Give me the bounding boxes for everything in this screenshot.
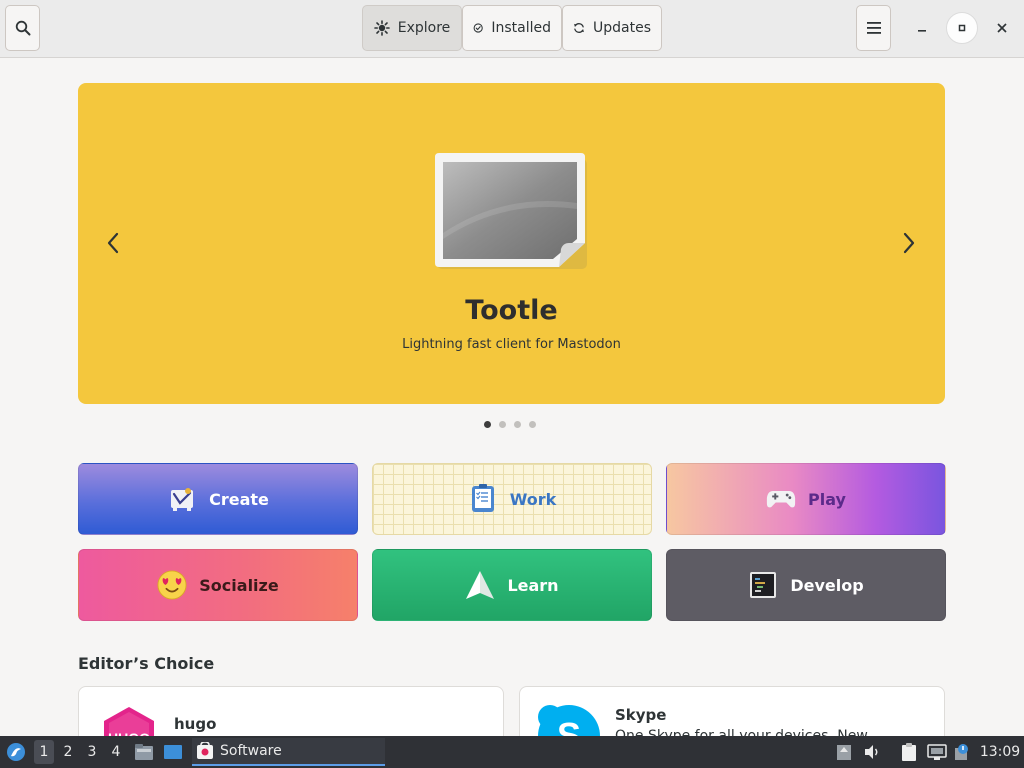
workspace-4[interactable]: 4	[106, 740, 126, 764]
tray-notifications[interactable]	[952, 740, 972, 764]
carousel-previous-button[interactable]	[99, 228, 129, 258]
workspace-label: 4	[111, 744, 121, 760]
app-launcher-icon	[7, 743, 25, 761]
work-icon	[468, 484, 498, 514]
tray-volume[interactable]	[862, 740, 882, 764]
category-play-label: Play	[808, 489, 846, 509]
taskbar-window-software[interactable]: Software	[192, 738, 385, 766]
category-develop-label: Develop	[790, 575, 864, 595]
software-app-icon	[197, 742, 213, 759]
volume-icon	[865, 745, 878, 759]
workspace-label: 3	[87, 744, 97, 760]
file-manager-launcher[interactable]	[133, 740, 155, 764]
featured-carousel[interactable]: Tootle Lightning fast client for Mastodo…	[78, 83, 945, 404]
category-create-label: Create	[209, 489, 269, 509]
close-button[interactable]	[986, 12, 1018, 44]
start-menu-button[interactable]	[4, 740, 28, 764]
carousel-dot[interactable]	[529, 421, 536, 428]
tab-updates-label: Updates	[593, 20, 651, 36]
hamburger-menu-icon	[866, 22, 881, 34]
check-icon	[473, 23, 483, 33]
clock[interactable]: 13:09	[980, 740, 1020, 764]
info-shield-icon	[955, 744, 968, 760]
folder-icon	[135, 744, 153, 760]
app-card-name: hugo	[174, 715, 217, 733]
tootle-app-icon	[435, 153, 587, 269]
tab-updates[interactable]: Updates	[562, 5, 662, 51]
main-menu-button[interactable]	[856, 5, 891, 51]
network-icon	[927, 744, 947, 760]
show-desktop-button[interactable]	[162, 740, 184, 764]
workspace-label: 1	[39, 744, 49, 760]
chevron-right-icon	[903, 232, 915, 254]
featured-app-name: Tootle	[465, 295, 558, 326]
tab-explore[interactable]: Explore	[362, 5, 462, 51]
maximize-button[interactable]	[946, 12, 978, 44]
category-create[interactable]: Create	[78, 463, 358, 535]
workspace-2[interactable]: 2	[58, 740, 78, 764]
tab-installed[interactable]: Installed	[462, 5, 562, 51]
create-icon	[167, 484, 197, 514]
desktop-icon	[164, 745, 182, 759]
workspace-label: 2	[63, 744, 73, 760]
search-icon	[15, 20, 30, 36]
maximize-icon	[958, 24, 966, 32]
featured-app-summary: Lightning fast client for Mastodon	[402, 337, 621, 352]
search-button[interactable]	[5, 5, 40, 51]
tray-updates[interactable]	[834, 740, 854, 764]
paper-plane-icon	[465, 570, 495, 600]
tray-network[interactable]	[926, 740, 948, 764]
category-work-label: Work	[509, 489, 557, 509]
editors-choice-title: Editor’s Choice	[78, 654, 215, 673]
close-icon	[997, 23, 1007, 33]
explore-icon	[373, 20, 390, 36]
gamepad-icon	[766, 484, 796, 514]
minimize-button[interactable]	[906, 12, 938, 44]
category-develop[interactable]: Develop	[666, 549, 946, 621]
carousel-dot[interactable]	[514, 421, 521, 428]
package-icon	[837, 745, 851, 760]
category-play[interactable]: Play	[666, 463, 946, 535]
carousel-next-button[interactable]	[893, 228, 923, 258]
taskbar: 1 2 3 4 Software 13:09	[0, 736, 1024, 768]
tab-installed-label: Installed	[491, 20, 551, 36]
refresh-icon	[574, 23, 584, 33]
terminal-icon	[748, 570, 778, 600]
category-socialize-label: Socialize	[199, 575, 279, 595]
tray-clipboard[interactable]	[898, 740, 920, 764]
tab-explore-label: Explore	[397, 20, 451, 36]
clipboard-icon	[902, 743, 916, 761]
workspace-3[interactable]: 3	[82, 740, 102, 764]
category-learn[interactable]: Learn	[372, 549, 652, 621]
carousel-dot[interactable]	[499, 421, 506, 428]
workspace-1[interactable]: 1	[34, 740, 54, 764]
heart-eyes-emoji-icon	[157, 570, 187, 600]
carousel-dot[interactable]	[484, 421, 491, 428]
minimize-icon	[918, 30, 926, 32]
carousel-page-indicator	[484, 421, 536, 428]
chevron-left-icon	[107, 232, 119, 254]
category-work[interactable]: Work	[372, 463, 652, 535]
category-learn-label: Learn	[507, 575, 559, 595]
header-bar: Explore Installed Updates	[0, 0, 1024, 58]
app-card-name: Skype	[615, 706, 667, 724]
taskbar-window-label: Software	[220, 743, 282, 759]
category-socialize[interactable]: Socialize	[78, 549, 358, 621]
